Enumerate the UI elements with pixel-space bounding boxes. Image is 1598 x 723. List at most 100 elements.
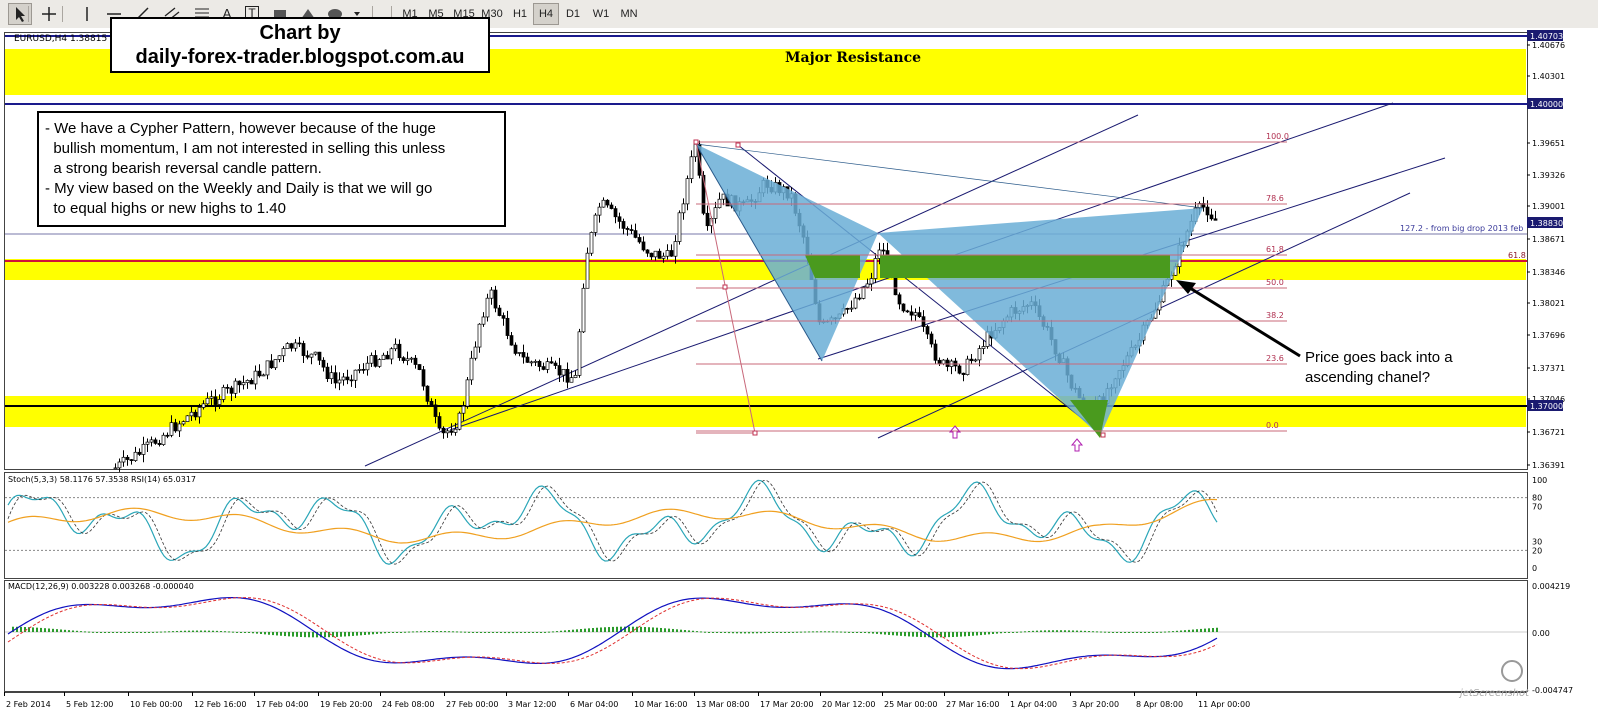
macd-histogram-bar xyxy=(744,632,746,634)
candle-body xyxy=(533,360,538,363)
macd-histogram-bar xyxy=(300,632,302,637)
candle-body xyxy=(625,228,630,230)
macd-histogram-bar xyxy=(356,632,358,636)
candle-body xyxy=(145,441,150,445)
fib-level-label: 50.0 xyxy=(1266,278,1284,287)
macd-histogram-bar xyxy=(1020,631,1022,633)
time-axis-label: 3 Apr 20:00 xyxy=(1072,700,1119,709)
candle-body xyxy=(245,380,250,383)
macd-histogram-bar xyxy=(1128,632,1130,633)
macd-histogram-bar xyxy=(1172,631,1174,633)
candle-body xyxy=(573,374,578,378)
macd-histogram-bar xyxy=(92,631,94,633)
note-line: - My view based on the Weekly and Daily … xyxy=(45,180,433,197)
macd-histogram-bar xyxy=(1044,630,1046,632)
timeframe-mn-button[interactable]: MN xyxy=(616,3,642,25)
candle-body xyxy=(433,404,438,417)
vertical-line-tool-button[interactable] xyxy=(75,3,99,25)
candle-body xyxy=(477,323,482,348)
candle-body xyxy=(453,428,458,433)
candle-body xyxy=(265,360,270,376)
macd-histogram-bar xyxy=(544,631,546,633)
macd-histogram-bar xyxy=(380,632,382,634)
vertical-line-icon xyxy=(79,6,95,29)
macd-histogram-bar xyxy=(824,631,826,633)
macd-histogram-bar xyxy=(448,631,450,633)
macd-histogram-bar xyxy=(476,632,478,633)
macd-histogram-bar xyxy=(44,628,46,632)
candle-body xyxy=(677,212,682,242)
macd-histogram-bar xyxy=(496,632,498,633)
macd-histogram-bar xyxy=(688,630,690,632)
macd-histogram-bar xyxy=(576,629,578,632)
macd-histogram-bar xyxy=(1052,630,1054,632)
candle-body xyxy=(285,343,290,349)
candle-body xyxy=(865,283,870,288)
candle-body xyxy=(309,353,314,358)
candle-body xyxy=(449,430,454,433)
macd-histogram-bar xyxy=(1132,632,1134,633)
macd-histogram-bar xyxy=(32,627,34,632)
candle-body xyxy=(581,287,586,333)
toolbar-separator xyxy=(62,6,63,22)
candle-body xyxy=(213,396,218,405)
candle-body xyxy=(409,357,414,360)
timeframe-w1-button[interactable]: W1 xyxy=(588,3,614,25)
macd-histogram-bar xyxy=(932,632,934,638)
macd-histogram-bar xyxy=(680,629,682,632)
macd-histogram-bar xyxy=(212,630,214,632)
macd-histogram-bar xyxy=(1112,632,1114,633)
macd-histogram-bar xyxy=(912,632,914,637)
candle-body xyxy=(165,434,170,437)
timeframe-h4-button[interactable]: H4 xyxy=(533,3,559,25)
timeframe-h1-button[interactable]: H1 xyxy=(507,3,533,25)
timeframe-d1-button[interactable]: D1 xyxy=(560,3,586,25)
macd-histogram-bar xyxy=(360,632,362,636)
macd-histogram-bar xyxy=(1208,628,1210,632)
macd-histogram-bar xyxy=(252,632,254,634)
candle-body xyxy=(441,427,446,434)
macd-histogram-bar xyxy=(484,632,486,633)
price-axis-label: 1.39326 xyxy=(1532,171,1565,180)
candle-body xyxy=(181,421,186,425)
candle-body xyxy=(305,355,310,358)
macd-histogram-bar xyxy=(876,632,878,634)
candle-body xyxy=(613,208,618,218)
candle-body xyxy=(357,369,362,371)
candle-body xyxy=(565,368,570,383)
candle-body xyxy=(185,415,190,422)
macd-histogram-bar xyxy=(900,632,902,636)
macd-histogram-bar xyxy=(852,632,854,633)
macd-histogram-bar xyxy=(764,632,766,634)
candle-body xyxy=(501,315,506,319)
macd-histogram-bar xyxy=(1004,632,1006,633)
macd-histogram-bar xyxy=(136,632,138,633)
macd-histogram-bar xyxy=(1152,632,1154,633)
macd-histogram-bar xyxy=(964,632,966,637)
macd-histogram-bar xyxy=(236,631,238,633)
macd-histogram-bar xyxy=(816,631,818,633)
macd-histogram-bar xyxy=(408,631,410,633)
candle-body xyxy=(369,355,374,364)
macd-histogram-bar xyxy=(644,627,646,632)
candle-body xyxy=(293,342,298,349)
candle-body xyxy=(689,156,694,179)
macd-histogram-bar xyxy=(1064,630,1066,632)
macd-histogram-bar xyxy=(188,630,190,632)
macd-histogram-bar xyxy=(112,632,114,633)
macd-histogram-bar xyxy=(660,627,662,632)
fib-anchor xyxy=(752,430,758,436)
candle-body xyxy=(513,344,518,354)
price-axis-label: 1.40000 xyxy=(1530,100,1563,109)
macd-histogram-bar xyxy=(292,632,294,637)
candle-body xyxy=(529,361,534,364)
macd-histogram-bar xyxy=(1204,628,1206,632)
macd-histogram-bar xyxy=(192,630,194,632)
macd-histogram-bar xyxy=(608,627,610,632)
candle-body xyxy=(589,232,594,254)
time-axis-label: 25 Mar 00:00 xyxy=(884,700,937,709)
crosshair-tool-button[interactable] xyxy=(37,3,61,25)
macd-histogram-bar xyxy=(60,629,62,632)
macd-histogram-bar xyxy=(1024,631,1026,633)
macd-histogram-bar xyxy=(288,632,290,637)
